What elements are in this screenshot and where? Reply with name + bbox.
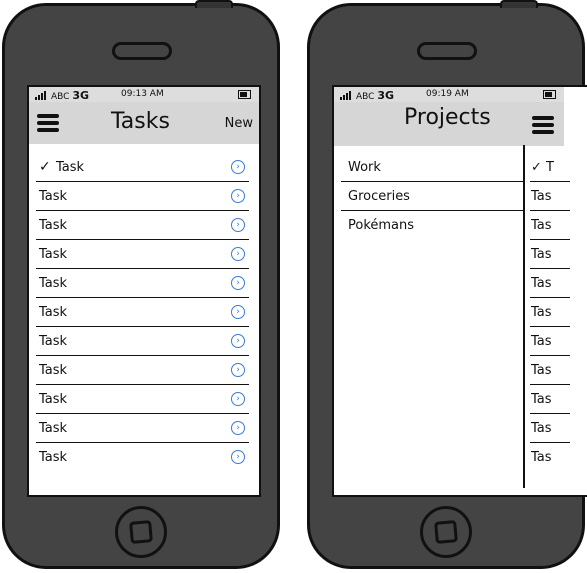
new-button[interactable]: New: [225, 116, 253, 131]
phone-projects: ABC 3G 09:19 AM Projects Work Groceries Po…: [307, 0, 587, 569]
row-label: Tas: [531, 334, 552, 349]
navbar: Projects: [334, 102, 564, 146]
row-label: Task: [39, 305, 68, 320]
home-button[interactable]: [115, 506, 167, 558]
task-row[interactable]: Task ›: [36, 443, 249, 472]
chevron-circle-right-icon[interactable]: ›: [231, 218, 245, 232]
task-row: Tas: [530, 298, 570, 327]
task-row[interactable]: Task ›: [36, 211, 249, 240]
row-label: ✓ T: [531, 160, 554, 175]
task-row: Tas: [530, 211, 570, 240]
project-list: Work Groceries Pokémans: [341, 153, 523, 240]
task-row: Tas: [530, 385, 570, 414]
task-row: ✓ T: [530, 153, 570, 182]
task-row[interactable]: Task ›: [36, 414, 249, 443]
signal-icon: [35, 90, 47, 100]
task-row[interactable]: Task ›: [36, 269, 249, 298]
status-time: 09:19 AM: [426, 89, 469, 99]
row-label: Task: [39, 450, 68, 465]
row-label: Tas: [531, 392, 552, 407]
speaker: [112, 42, 172, 60]
task-row[interactable]: Task ›: [36, 240, 249, 269]
carrier: ABC 3G: [51, 89, 90, 102]
status-bar: ABC 3G 09:19 AM: [334, 87, 564, 102]
task-row: Tas: [530, 327, 570, 356]
chevron-circle-right-icon[interactable]: ›: [231, 247, 245, 261]
task-row: Tas: [530, 182, 570, 211]
navbar: Tasks New: [29, 102, 259, 144]
project-row[interactable]: Pokémans: [341, 211, 523, 240]
task-row: Tas: [530, 356, 570, 385]
chevron-circle-right-icon[interactable]: ›: [231, 189, 245, 203]
chevron-circle-right-icon[interactable]: ›: [231, 334, 245, 348]
project-row[interactable]: Work: [341, 153, 523, 182]
row-label: Tas: [531, 305, 552, 320]
task-row[interactable]: ✓ Task ›: [36, 153, 249, 182]
row-label: Task: [39, 218, 68, 233]
page-title: Projects: [404, 105, 491, 130]
task-row: Tas: [530, 269, 570, 298]
battery-icon: [543, 90, 556, 99]
task-row: Tas: [530, 443, 570, 472]
screen: ABC 3G 09:19 AM Projects Work Groceries Po…: [332, 85, 587, 497]
task-row[interactable]: Task ›: [36, 182, 249, 211]
chevron-circle-right-icon[interactable]: ›: [231, 450, 245, 464]
task-row: Tas: [530, 414, 570, 443]
task-list-behind: ✓ T Tas Tas Tas Tas Tas Tas Tas Tas Tas Tas: [530, 153, 570, 472]
chevron-circle-right-icon[interactable]: ›: [231, 392, 245, 406]
row-label: Task: [39, 392, 68, 407]
page-title: Tasks: [111, 109, 170, 134]
hamburger-icon[interactable]: [37, 114, 59, 135]
task-row[interactable]: Task ›: [36, 327, 249, 356]
row-label: Task: [39, 334, 68, 349]
battery-icon: [238, 90, 251, 99]
row-label: Tas: [531, 247, 552, 262]
row-label: Tas: [531, 450, 552, 465]
row-label: Tas: [531, 276, 552, 291]
task-list: ✓ Task › Task › Task › Task › Task › Task › Task › Tas…: [36, 153, 249, 472]
status-time: 09:13 AM: [121, 89, 164, 99]
hamburger-icon[interactable]: [532, 116, 554, 137]
task-row[interactable]: Task ›: [36, 356, 249, 385]
task-row: Tas: [530, 240, 570, 269]
chevron-circle-right-icon[interactable]: ›: [231, 363, 245, 377]
chevron-circle-right-icon[interactable]: ›: [231, 160, 245, 174]
project-row[interactable]: Groceries: [341, 182, 523, 211]
home-button[interactable]: [420, 506, 472, 558]
checkmark-icon: ✓: [39, 159, 51, 175]
drawer-edge: [523, 145, 525, 488]
chevron-circle-right-icon[interactable]: ›: [231, 276, 245, 290]
task-row[interactable]: Task ›: [36, 298, 249, 327]
row-label: Tas: [531, 218, 552, 233]
power-button: [500, 0, 538, 8]
row-label: Task: [56, 160, 85, 175]
phone-tasks: ABC 3G 09:13 AM Tasks New ✓ Task › Task › Ta…: [2, 0, 280, 569]
row-label: Task: [39, 363, 68, 378]
row-label: Pokémans: [348, 218, 415, 233]
row-label: Tas: [531, 421, 552, 436]
row-label: Work: [348, 160, 381, 175]
chevron-circle-right-icon[interactable]: ›: [231, 421, 245, 435]
screen: ABC 3G 09:13 AM Tasks New ✓ Task › Task › Ta…: [27, 85, 261, 497]
speaker: [417, 42, 477, 60]
row-label: Tas: [531, 189, 552, 204]
row-label: Task: [39, 421, 68, 436]
task-row[interactable]: Task ›: [36, 385, 249, 414]
status-bar: ABC 3G 09:13 AM: [29, 87, 259, 102]
power-button: [195, 0, 233, 8]
row-label: Task: [39, 189, 68, 204]
row-label: Task: [39, 247, 68, 262]
row-label: Task: [39, 276, 68, 291]
chevron-circle-right-icon[interactable]: ›: [231, 305, 245, 319]
signal-icon: [340, 90, 352, 100]
carrier: ABC 3G: [356, 89, 395, 102]
row-label: Tas: [531, 363, 552, 378]
row-label: Groceries: [348, 189, 410, 204]
